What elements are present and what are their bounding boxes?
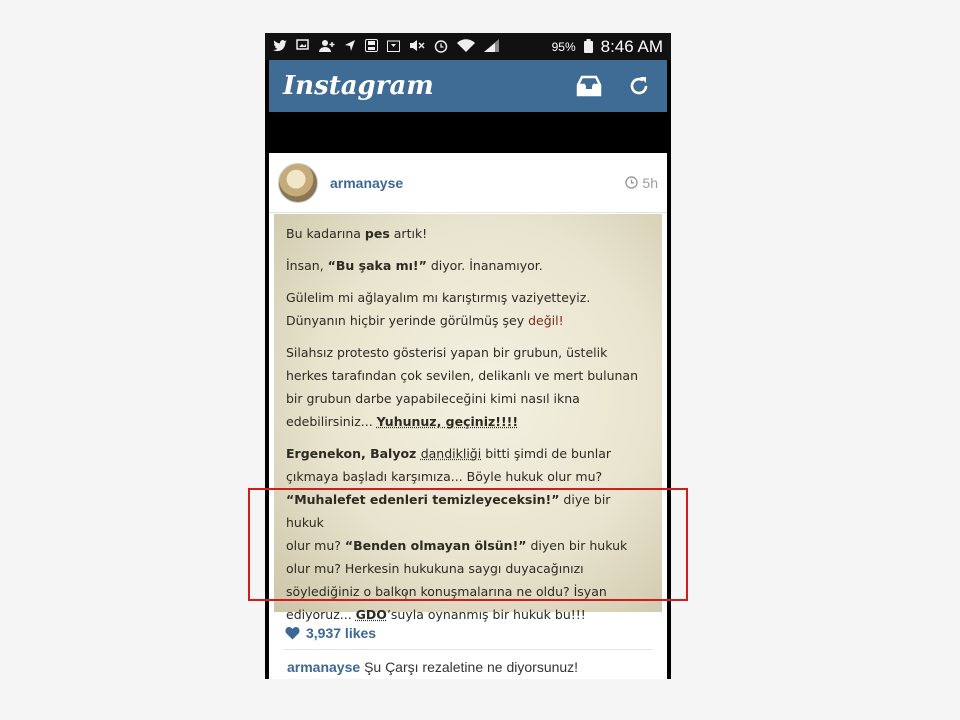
caption-username[interactable]: armanayse (287, 659, 360, 675)
image-text-bold: Ergenekon, Balyoz (286, 446, 421, 461)
image-text-paragraph: Bu kadarına pes artık! (286, 222, 650, 245)
image-text-span: artık! (389, 226, 428, 241)
refresh-icon[interactable] (625, 72, 653, 100)
image-text-paragraph: Silahsız protesto gösterisi yapan bir gr… (286, 341, 650, 433)
post-time-label: 5h (642, 174, 658, 191)
post-username[interactable]: armanayse (330, 175, 403, 191)
inbox-icon[interactable] (575, 72, 603, 100)
post-time: 5h (625, 175, 658, 191)
image-text-bold: GDO (355, 607, 387, 622)
caption-text: Şu Çarşı rezaletine ne diyorsunuz! (364, 659, 579, 675)
battery-icon (583, 38, 593, 55)
image-text-span: çıkmaya başladı karşımıza... Böyle hukuk… (286, 469, 603, 484)
image-text-span: Silahsız protesto gösterisi yapan bir gr… (286, 345, 608, 360)
image-text-span: bitti şimdi de bunlar (481, 446, 612, 461)
divider (283, 649, 653, 650)
image-text-span: Dünyanın hiçbir yerinde görülmüş şey (286, 313, 529, 328)
clock-icon (625, 176, 639, 189)
status-bar-notifications (273, 39, 499, 55)
status-time: 8:46 AM (600, 36, 663, 56)
image-text-span: diyor. İnanamıyor. (426, 258, 543, 273)
image-text-paragraph: Gülelim mi ağlayalım mı karıştırmış vazi… (286, 286, 650, 332)
image-text-span: herkes tarafından çok sevilen, delikanlı… (286, 368, 638, 383)
instagram-app-bar: Instagram (269, 60, 667, 112)
status-bar-system: 95% 8:46 AM (552, 37, 663, 57)
post-caption: armanayse Şu Çarşı rezaletine ne diyorsu… (287, 659, 578, 675)
image-text-bold: Yuhunuz, geçiniz!!!! (376, 414, 519, 429)
avatar[interactable] (278, 162, 318, 203)
image-text-paragraph: İnsan, “Bu şaka mı!” diyor. İnanamıyor. (286, 254, 650, 277)
instagram-logo: Instagram (283, 71, 434, 101)
image-text-span: İnsan, (286, 258, 328, 273)
signal-icon (484, 39, 499, 54)
red-highlight-box (248, 488, 688, 601)
image-icon (296, 39, 310, 54)
image-text-span: ediyoruz... (286, 607, 356, 622)
app-bar-actions (575, 72, 653, 100)
image-text-bold: pes (364, 226, 390, 241)
battery-percent: 95% (551, 39, 576, 54)
image-text-span: Bu kadarına (286, 226, 365, 241)
image-text-span: bir grubun darbe yapabileceğini kimi nas… (286, 391, 580, 406)
twitter-icon (273, 39, 287, 54)
image-text-span: Gülelim mi ağlayalım mı karıştırmış vazi… (286, 290, 591, 305)
alarm-icon (434, 39, 448, 55)
status-bar: 95% 8:46 AM (265, 33, 671, 60)
wifi-icon (457, 39, 475, 54)
download-icon (387, 39, 400, 54)
image-text-bold: “Bu şaka mı!” (327, 258, 427, 273)
navigation-icon (344, 39, 356, 54)
image-text-span: ’suyla oynanmış bir hukuk bu!!! (386, 607, 586, 622)
heart-icon (285, 627, 300, 640)
likes-count: 3,937 likes (306, 625, 377, 641)
likes-row[interactable]: 3,937 likes (285, 625, 376, 641)
add-contact-icon (319, 39, 335, 54)
image-text-span: dandikliği (420, 446, 482, 461)
save-icon (365, 39, 378, 54)
image-text-span: değil! (528, 313, 564, 328)
mute-icon (409, 39, 425, 54)
image-text-span: edebilirsiniz... (286, 414, 377, 429)
post-header: armanayse 5h (269, 153, 667, 213)
